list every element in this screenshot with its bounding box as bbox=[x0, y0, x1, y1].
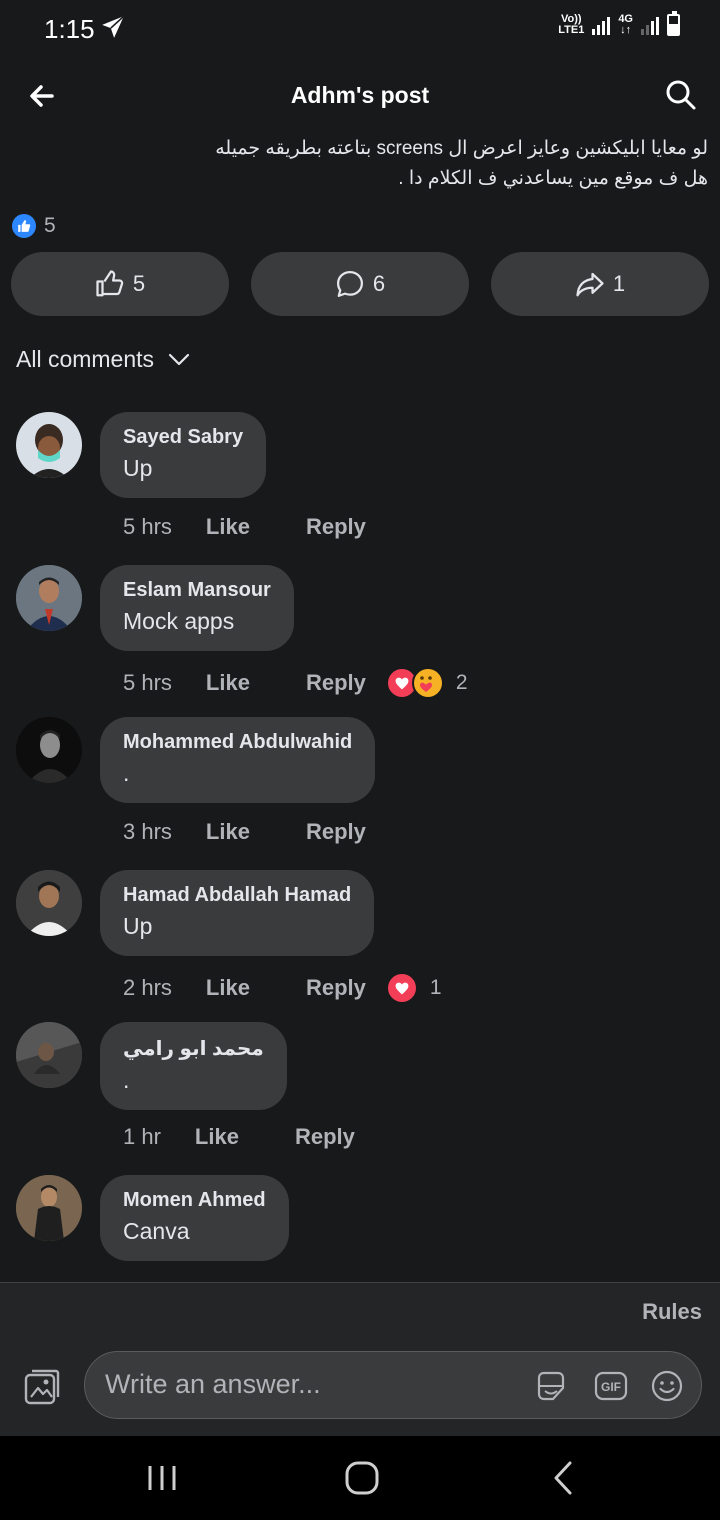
comment-meta: 3 hrs Like Reply bbox=[123, 819, 366, 845]
rules-link[interactable]: Rules bbox=[642, 1299, 702, 1325]
post-reactions[interactable]: 5 bbox=[12, 214, 56, 238]
chevron-down-icon bbox=[168, 353, 190, 365]
comment-text: . bbox=[123, 760, 130, 786]
reaction-count: 5 bbox=[44, 214, 56, 237]
comment-author[interactable]: Mohammed Abdulwahid bbox=[123, 731, 352, 754]
comment-icon bbox=[336, 271, 363, 297]
share-count: 1 bbox=[612, 271, 626, 296]
comment-bubble[interactable]: محمد ابو رامي . bbox=[100, 1022, 287, 1110]
comment-bubble[interactable]: Sayed Sabry Up bbox=[100, 412, 267, 498]
comment-input[interactable] bbox=[103, 1368, 507, 1401]
like-reaction-icon bbox=[12, 214, 36, 238]
comment-meta: 1 hr Like Reply bbox=[123, 1124, 355, 1150]
data-indicator: 4G ↓↑ bbox=[618, 13, 633, 36]
care-reaction-icon bbox=[411, 667, 444, 699]
comment-reaction-count: 2 bbox=[455, 671, 468, 694]
comments-filter-dropdown[interactable]: All comments bbox=[16, 346, 190, 373]
telegram-send-icon bbox=[100, 14, 126, 45]
home-icon[interactable] bbox=[342, 1458, 382, 1498]
comment-text: . bbox=[123, 1067, 130, 1093]
avatar[interactable] bbox=[16, 870, 82, 936]
comment-time[interactable]: 1 hr bbox=[123, 1124, 161, 1150]
comment-time[interactable]: 3 hrs bbox=[123, 819, 172, 845]
comment-composer-area: Rules GIF bbox=[0, 1282, 720, 1437]
comment-reply-button[interactable]: Reply bbox=[306, 819, 366, 845]
comment-author[interactable]: محمد ابو رامي bbox=[123, 1036, 264, 1061]
comment-reactions[interactable]: 1 bbox=[385, 972, 442, 1004]
comment-text: Up bbox=[123, 913, 153, 939]
comment-time[interactable]: 5 hrs bbox=[123, 514, 172, 540]
avatar[interactable] bbox=[16, 1022, 82, 1088]
photo-icon[interactable] bbox=[22, 1367, 62, 1407]
comment-reply-button[interactable]: Reply bbox=[306, 670, 366, 696]
share-button[interactable]: 1 bbox=[491, 252, 709, 316]
comment-bubble[interactable]: Mohammed Abdulwahid . bbox=[100, 717, 376, 803]
signal-2-icon bbox=[641, 15, 659, 35]
svg-text:GIF: GIF bbox=[601, 1380, 621, 1394]
avatar[interactable] bbox=[16, 565, 82, 631]
comment-like-button[interactable]: Like bbox=[195, 1124, 239, 1150]
gif-icon[interactable]: GIF bbox=[593, 1368, 629, 1404]
status-time: 1:15 bbox=[44, 14, 95, 44]
signal-icon bbox=[592, 15, 611, 35]
love-reaction-icon bbox=[385, 972, 418, 1004]
comment-reply-button[interactable]: Reply bbox=[295, 1124, 355, 1150]
comment-like-button[interactable]: Like bbox=[206, 514, 250, 540]
battery-icon bbox=[667, 11, 680, 36]
comment-author[interactable]: Sayed Sabry bbox=[123, 426, 243, 449]
comment-count: 6 bbox=[372, 271, 386, 296]
comment-bubble[interactable]: Momen Ahmed Canva bbox=[100, 1175, 289, 1261]
status-icons: Vo)) LTE1 4G ↓↑ bbox=[558, 11, 680, 36]
volte-indicator: Vo)) LTE1 bbox=[558, 13, 585, 36]
system-navigation-bar bbox=[0, 1436, 720, 1520]
comment-button[interactable]: 6 bbox=[251, 252, 469, 316]
comment-meta: 2 hrs Like Reply 1 bbox=[123, 972, 442, 1004]
share-icon bbox=[576, 272, 604, 297]
thumbs-up-icon bbox=[96, 270, 124, 297]
app-header: Adhm's post bbox=[0, 64, 720, 128]
comment-like-button[interactable]: Like bbox=[206, 670, 250, 696]
emoji-icon[interactable] bbox=[649, 1368, 685, 1404]
comment-time[interactable]: 2 hrs bbox=[123, 975, 172, 1001]
like-count: 5 bbox=[132, 271, 146, 296]
comment-time[interactable]: 5 hrs bbox=[123, 670, 172, 696]
comment-reply-button[interactable]: Reply bbox=[306, 975, 366, 1001]
comment-meta: 5 hrs Like Reply bbox=[123, 514, 366, 540]
avatar[interactable] bbox=[16, 412, 82, 478]
comment-reaction-count: 1 bbox=[429, 976, 442, 999]
comment-meta: 5 hrs Like Reply 2 bbox=[123, 667, 468, 699]
like-button[interactable]: 5 bbox=[11, 252, 229, 316]
recent-apps-icon[interactable] bbox=[142, 1458, 182, 1498]
comments-filter-label: All comments bbox=[16, 346, 155, 372]
comment-text: Canva bbox=[123, 1218, 190, 1244]
comment-bubble[interactable]: Hamad Abdallah Hamad Up bbox=[100, 870, 375, 956]
sticker-icon[interactable] bbox=[533, 1368, 569, 1404]
comment-author[interactable]: Hamad Abdallah Hamad bbox=[123, 884, 351, 907]
status-bar: 1:15 Vo)) LTE1 4G ↓↑ bbox=[0, 0, 720, 56]
avatar[interactable] bbox=[16, 717, 82, 783]
comment-text: Up bbox=[123, 455, 153, 481]
comment-reply-button[interactable]: Reply bbox=[306, 514, 366, 540]
comment-like-button[interactable]: Like bbox=[206, 975, 250, 1001]
post-text: لو معايا ابليكشين وعايز اعرض ال screens … bbox=[215, 138, 708, 189]
comment-author[interactable]: Momen Ahmed bbox=[123, 1189, 266, 1212]
page-title: Adhm's post bbox=[290, 82, 430, 108]
comment-reactions[interactable]: 2 bbox=[385, 667, 468, 699]
comment-composer[interactable]: GIF bbox=[84, 1351, 702, 1419]
comment-like-button[interactable]: Like bbox=[206, 819, 250, 845]
comment-text: Mock apps bbox=[123, 608, 235, 634]
comment-bubble[interactable]: Eslam Mansour Mock apps bbox=[100, 565, 294, 651]
search-icon[interactable] bbox=[664, 78, 698, 112]
back-icon[interactable] bbox=[544, 1458, 584, 1498]
avatar[interactable] bbox=[16, 1175, 82, 1241]
comment-author[interactable]: Eslam Mansour bbox=[123, 579, 271, 602]
